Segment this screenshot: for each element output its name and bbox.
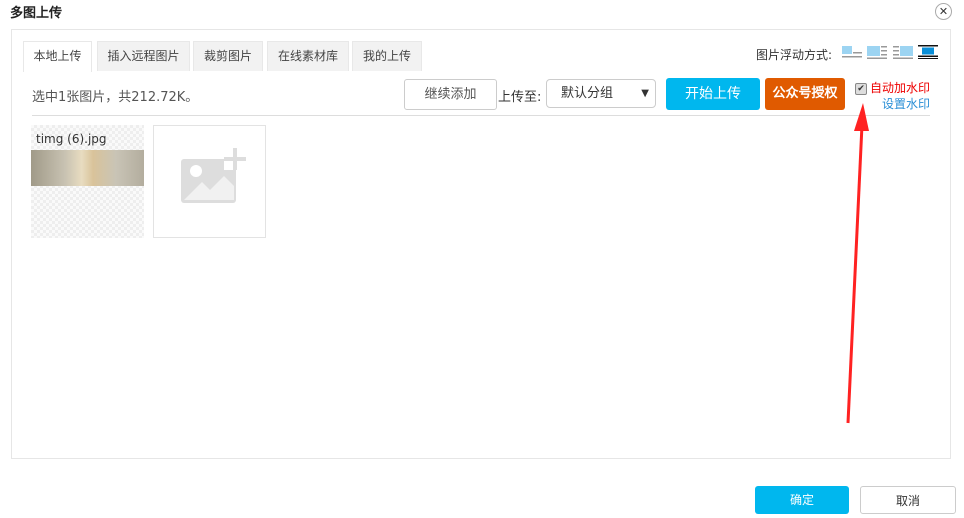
float-mode-label: 图片浮动方式: (756, 48, 833, 62)
add-image-button[interactable] (153, 125, 266, 238)
tab-local-upload[interactable]: 本地上传 (23, 41, 92, 72)
tab-crop-image[interactable]: 裁剪图片 (193, 41, 263, 71)
upload-to-label: 上传至: (498, 90, 542, 105)
float-right-icon[interactable] (867, 45, 887, 59)
cancel-button[interactable]: 取消 (860, 486, 956, 514)
selection-status: 选中1张图片，共212.72K。 (32, 90, 199, 105)
tab-remote-image[interactable]: 插入远程图片 (97, 41, 190, 71)
divider (32, 115, 930, 116)
float-center-icon[interactable] (918, 45, 938, 59)
auto-watermark-checkbox[interactable]: ✔ (855, 83, 867, 95)
group-select[interactable]: 默认分组 ▼ (546, 79, 656, 108)
confirm-button[interactable]: 确定 (755, 486, 849, 514)
file-thumbnail[interactable]: timg (6).jpg (31, 125, 144, 238)
dropdown-arrow-icon: ▼ (641, 88, 649, 99)
float-left-icon[interactable] (842, 45, 862, 59)
set-watermark-link[interactable]: 设置水印 (882, 95, 930, 112)
dialog-title: 多图上传 (10, 6, 63, 21)
wechat-auth-button[interactable]: 公众号授权 (765, 78, 845, 110)
tab-my-uploads[interactable]: 我的上传 (352, 41, 422, 71)
start-upload-button[interactable]: 开始上传 (666, 78, 760, 110)
file-name: timg (6).jpg (36, 132, 107, 146)
puppy-image (31, 150, 144, 186)
group-select-value: 默认分组 (561, 86, 614, 101)
add-more-button[interactable]: 继续添加 (404, 79, 497, 110)
red-arrow-annotation (846, 103, 869, 424)
add-image-icon (181, 148, 246, 203)
float-none-icon[interactable] (893, 45, 913, 59)
close-icon[interactable]: ✕ (935, 3, 952, 20)
tab-online-library[interactable]: 在线素材库 (267, 41, 349, 71)
auto-watermark-label[interactable]: 自动加水印 (870, 79, 930, 96)
